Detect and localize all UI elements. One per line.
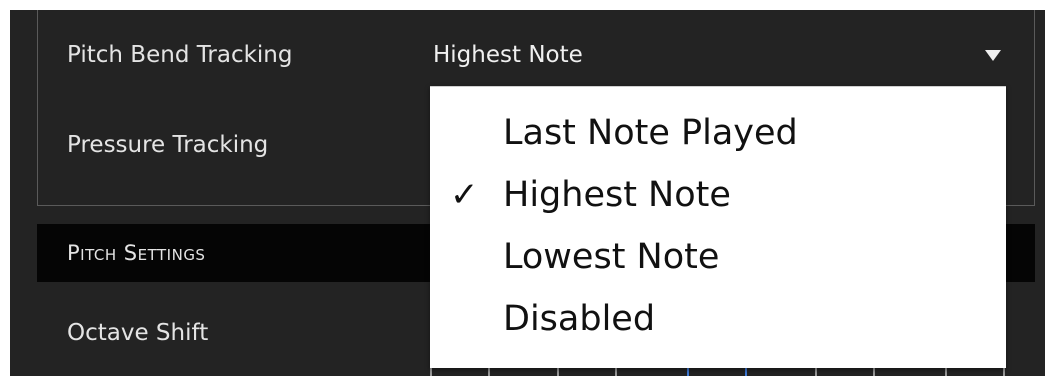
pitch-bend-tracking-select[interactable]: Highest Note — [433, 42, 583, 68]
menu-item-lowest-note[interactable]: Lowest Note — [430, 225, 1006, 287]
menu-item-label: Lowest Note — [503, 237, 720, 277]
pressure-tracking-label: Pressure Tracking — [67, 132, 269, 158]
menu-item-disabled[interactable]: Disabled — [430, 287, 1006, 349]
section-title: Pitch Settings — [67, 241, 206, 265]
menu-item-label: Last Note Played — [503, 113, 798, 153]
menu-item-last-note-played[interactable]: Last Note Played — [430, 101, 1006, 163]
settings-panel: Pitch Bend Tracking Highest Note Pressur… — [10, 10, 1045, 376]
triangle-down-icon[interactable] — [985, 50, 1001, 61]
pitch-bend-tracking-label: Pitch Bend Tracking — [67, 42, 293, 68]
checkmark-icon: ✓ — [450, 175, 479, 215]
octave-shift-label: Octave Shift — [67, 320, 209, 346]
menu-item-label: Highest Note — [503, 175, 731, 215]
pitch-bend-tracking-dropdown: Last Note Played ✓ Highest Note Lowest N… — [430, 86, 1006, 368]
menu-item-label: Disabled — [503, 299, 656, 339]
menu-item-highest-note[interactable]: ✓ Highest Note — [430, 163, 1006, 225]
